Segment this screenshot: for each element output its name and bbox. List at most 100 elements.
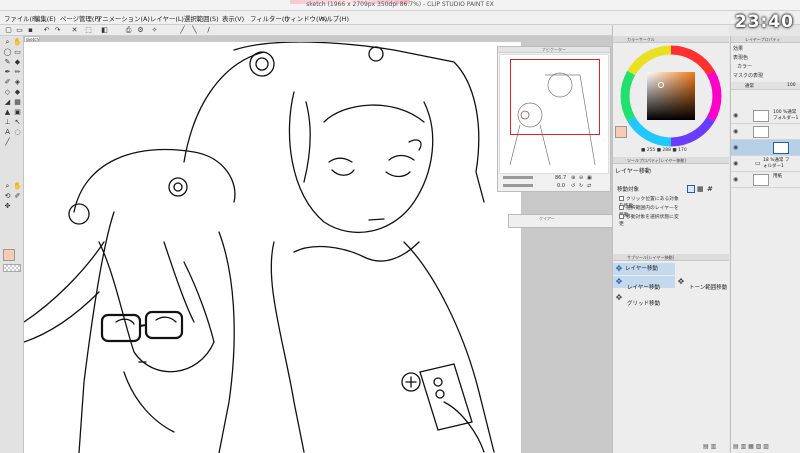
transparent-swatch[interactable] bbox=[3, 264, 21, 272]
option-select-target[interactable]: 移動対象を選択状態に変更 bbox=[619, 214, 679, 227]
save-icon[interactable]: ▪ bbox=[26, 26, 35, 34]
menu-animation[interactable]: アニメーション(A) bbox=[96, 14, 150, 23]
current-color-chip[interactable] bbox=[615, 126, 627, 138]
navigator-view-frame[interactable] bbox=[510, 59, 600, 135]
option-label: 移動対象を選択状態に変更 bbox=[619, 215, 679, 227]
open-file-icon[interactable]: ▭ bbox=[15, 26, 24, 34]
layer-target-icon[interactable] bbox=[687, 185, 695, 193]
eraser-tool-icon[interactable]: ◇ bbox=[3, 88, 12, 96]
vector-icon[interactable]: ╲ bbox=[190, 26, 199, 34]
frame-tool-icon[interactable]: ▣ bbox=[13, 108, 22, 116]
flip-icon[interactable]: ⇄ bbox=[587, 183, 591, 189]
zoom-tool-icon[interactable]: ⌕ bbox=[3, 38, 12, 46]
rotate-right-icon[interactable]: ↻ bbox=[579, 183, 583, 189]
sub-tool-item[interactable]: ✥ レイヤー移動 bbox=[613, 263, 675, 275]
fit-icon[interactable]: ▣ bbox=[587, 175, 592, 181]
layer-row-selected[interactable]: ◉ bbox=[731, 140, 800, 156]
rotate-left-icon[interactable]: ↺ bbox=[571, 183, 575, 189]
color-wheel[interactable] bbox=[619, 44, 723, 148]
window-title: sketch (1966 x 2709px 350dpi 86.7%) - CL… bbox=[306, 1, 494, 8]
airbrush-icon[interactable]: ◈ bbox=[13, 78, 22, 86]
redo-icon[interactable]: ↷ bbox=[53, 26, 62, 34]
blend-tool-icon[interactable]: ◆ bbox=[13, 88, 22, 96]
pen-tool-icon[interactable]: ✒ bbox=[3, 68, 12, 76]
menu-layer[interactable]: レイヤー(L) bbox=[150, 14, 184, 23]
menu-select[interactable]: 選択範囲(S) bbox=[184, 14, 219, 23]
eye-icon[interactable]: ◉ bbox=[733, 128, 738, 135]
rotate-slider[interactable] bbox=[503, 184, 533, 187]
pencil-tool-icon[interactable]: ✏ bbox=[13, 68, 22, 76]
snap-ruler-icon[interactable]: ∕ bbox=[204, 26, 213, 34]
checkbox[interactable] bbox=[619, 205, 624, 210]
clear-icon[interactable]: ✕ bbox=[70, 26, 79, 34]
layer-row[interactable]: ◉ ▭ 18 %通常 フォルダー1 bbox=[731, 156, 800, 172]
blend-mode-select[interactable]: 通常 bbox=[745, 83, 754, 89]
checkbox[interactable] bbox=[619, 214, 624, 219]
hue-value: 255 bbox=[646, 148, 656, 153]
navigator-header: ナビゲーター bbox=[498, 47, 610, 53]
zoom-slider[interactable] bbox=[503, 176, 533, 179]
layer-row[interactable]: ◉ bbox=[731, 124, 800, 140]
eye-icon[interactable]: ◉ bbox=[733, 176, 738, 183]
ruler-tool-icon[interactable]: ⊥ bbox=[3, 118, 12, 126]
option-click-position[interactable]: クリック位置にある対象を移動 bbox=[619, 196, 679, 209]
eye-icon[interactable]: ◉ bbox=[733, 112, 738, 119]
move-target-icons[interactable]: ▦ # bbox=[687, 185, 727, 193]
canvas-paper[interactable] bbox=[24, 41, 521, 453]
hand-tool-icon[interactable]: ✋ bbox=[13, 38, 22, 46]
fill-icon[interactable]: ◧ bbox=[100, 26, 109, 34]
floating-panel[interactable]: クイアー ✕ bbox=[508, 214, 617, 228]
tone-target-icon[interactable]: ▦ bbox=[697, 185, 704, 193]
marquee-icon[interactable]: ▭ bbox=[13, 48, 22, 56]
settings-icon[interactable]: ⚙ bbox=[136, 26, 145, 34]
layer-action-icons[interactable]: ▤ ▥ ▦ ▧ ▨ bbox=[733, 443, 769, 451]
line-tool-icon[interactable]: ╱ bbox=[3, 138, 12, 146]
operation-tool-icon[interactable]: ↖ bbox=[13, 118, 22, 126]
text-tool-icon[interactable]: A bbox=[3, 128, 12, 136]
panel-menu-icons[interactable]: ▤ ▥ bbox=[703, 443, 716, 451]
hand-icon[interactable]: ✋ bbox=[13, 182, 22, 190]
sub-tool-label: グリッド移動 bbox=[627, 301, 661, 307]
main-color-swatch[interactable] bbox=[3, 249, 15, 261]
eyedropper-icon[interactable]: ✎ bbox=[3, 58, 12, 66]
canvas-tab[interactable]: sketch bbox=[24, 36, 40, 42]
navigator-preview[interactable] bbox=[499, 54, 609, 174]
checkbox[interactable] bbox=[619, 196, 624, 201]
zoom-in-icon[interactable]: ⊕ bbox=[571, 175, 575, 181]
move-layer-tool-icon[interactable]: ✥ bbox=[3, 202, 12, 210]
sub-tool-item[interactable]: ✥ レイヤー移動 bbox=[613, 276, 675, 291]
brush-tool-icon[interactable]: ✐ bbox=[3, 78, 12, 86]
spoid-icon[interactable]: ✐ bbox=[13, 192, 22, 200]
gradient-tool-icon[interactable]: ▦ bbox=[13, 98, 22, 106]
balloon-tool-icon[interactable]: ◌ bbox=[13, 128, 22, 136]
menu-page[interactable]: ページ管理(P) bbox=[60, 14, 101, 23]
auto-select-icon[interactable]: ◆ bbox=[13, 58, 22, 66]
layer-row[interactable]: ◉ 100 %通常 フォルダー1 bbox=[731, 108, 800, 124]
menu-filter[interactable]: フィルター(I) bbox=[250, 14, 289, 23]
grid-target-icon[interactable]: # bbox=[707, 185, 713, 193]
sub-tool-item[interactable]: ✥ トーン範囲移動 bbox=[675, 276, 730, 292]
menu-view[interactable]: 表示(V) bbox=[222, 14, 244, 23]
zoom-out-icon[interactable]: ⊖ bbox=[579, 175, 583, 181]
rotate-icon[interactable]: ⟲ bbox=[3, 192, 12, 200]
transform-icon[interactable]: ⬚ bbox=[84, 26, 93, 34]
fill-tool-icon[interactable]: ◢ bbox=[3, 98, 12, 106]
magnifier-icon[interactable]: ⌕ bbox=[3, 182, 12, 190]
eye-icon[interactable]: ◉ bbox=[733, 160, 738, 167]
color-dropdown[interactable]: カラー bbox=[737, 63, 752, 70]
new-file-icon[interactable]: ▢ bbox=[4, 26, 13, 34]
lasso-icon[interactable]: ◯ bbox=[3, 48, 12, 56]
eye-icon[interactable]: ◉ bbox=[733, 144, 738, 151]
figure-tool-icon[interactable]: ▲ bbox=[3, 108, 12, 116]
print-icon[interactable]: ⎙ bbox=[124, 26, 133, 34]
undo-icon[interactable]: ↶ bbox=[42, 26, 51, 34]
move-icon: ✥ bbox=[677, 277, 685, 286]
menu-edit[interactable]: 編集(E) bbox=[34, 14, 56, 23]
option-selection-layers[interactable]: 選択範囲内のレイヤーを移動 bbox=[619, 205, 679, 218]
opacity-value[interactable]: 100 bbox=[787, 83, 796, 88]
pen-ruler-icon[interactable]: ╱ bbox=[178, 26, 187, 34]
snap-icon[interactable]: ✧ bbox=[150, 26, 159, 34]
layer-row[interactable]: ◉ 用紙 bbox=[731, 172, 800, 188]
sub-tool-item[interactable]: ✥ グリッド移動 bbox=[613, 292, 675, 308]
menu-help[interactable]: ヘルプ(H) bbox=[320, 14, 349, 23]
